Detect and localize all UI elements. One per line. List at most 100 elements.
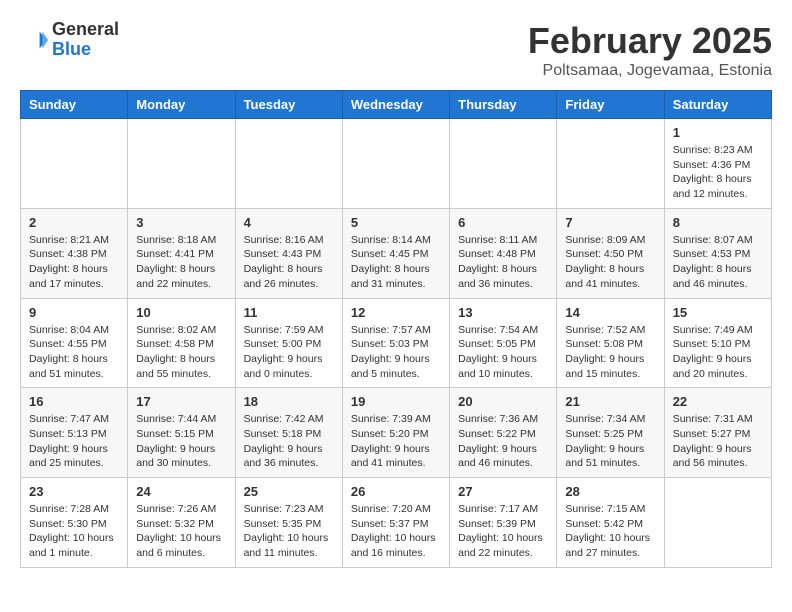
calendar-cell: 16 Sunrise: 7:47 AM Sunset: 5:13 PM Dayli… (21, 388, 128, 478)
calendar-cell (342, 119, 449, 209)
calendar-cell: 9Sunrise: 8:04 AM Sunset: 4:55 PM Daylig… (21, 298, 128, 388)
weekday-header: Wednesday (342, 91, 449, 119)
calendar-cell: 25Sunrise: 7:23 AM Sunset: 5:35 PM Dayli… (235, 478, 342, 568)
day-number: 3 (136, 215, 226, 230)
day-info: Sunrise: 7:59 AM Sunset: 5:00 PM Dayligh… (244, 323, 334, 382)
calendar-cell: 7Sunrise: 8:09 AM Sunset: 4:50 PM Daylig… (557, 208, 664, 298)
month-title: February 2025 (528, 20, 772, 62)
calendar-cell: 11 Sunrise: 7:59 AM Sunset: 5:00 PM Dayli… (235, 298, 342, 388)
day-info: Sunrise: 7:44 AM Sunset: 5:15 PM Dayligh… (136, 412, 226, 471)
calendar-cell (557, 119, 664, 209)
calendar-cell: 3Sunrise: 8:18 AM Sunset: 4:41 PM Daylig… (128, 208, 235, 298)
calendar-week-row: 2 Sunrise: 8:21 AM Sunset: 4:38 PM Daylig… (21, 208, 772, 298)
calendar-week-row: 1 Sunrise: 8:23 AM Sunset: 4:36 PM Daylig… (21, 119, 772, 209)
calendar-cell: 4 Sunrise: 8:16 AM Sunset: 4:43 PM Daylig… (235, 208, 342, 298)
day-number: 5 (351, 215, 441, 230)
day-info: Sunrise: 8:14 AM Sunset: 4:45 PM Dayligh… (351, 233, 441, 292)
day-info: Sunrise: 7:20 AM Sunset: 5:37 PM Dayligh… (351, 502, 441, 561)
day-number: 26 (351, 484, 441, 499)
calendar-cell: 23 Sunrise: 7:28 AM Sunset: 5:30 PM Dayli… (21, 478, 128, 568)
calendar-cell: 26 Sunrise: 7:20 AM Sunset: 5:37 PM Dayli… (342, 478, 449, 568)
calendar-cell: 10 Sunrise: 8:02 AM Sunset: 4:58 PM Dayli… (128, 298, 235, 388)
calendar-cell (450, 119, 557, 209)
calendar-cell (235, 119, 342, 209)
day-info: Sunrise: 7:57 AM Sunset: 5:03 PM Dayligh… (351, 323, 441, 382)
calendar-cell: 6 Sunrise: 8:11 AM Sunset: 4:48 PM Daylig… (450, 208, 557, 298)
calendar-cell (128, 119, 235, 209)
day-number: 12 (351, 305, 441, 320)
location-subtitle: Poltsamaa, Jogevamaa, Estonia (528, 62, 772, 80)
day-number: 27 (458, 484, 548, 499)
calendar-cell: 22 Sunrise: 7:31 AM Sunset: 5:27 PM Dayli… (664, 388, 771, 478)
day-info: Sunrise: 7:31 AM Sunset: 5:27 PM Dayligh… (673, 412, 763, 471)
calendar-cell: 12 Sunrise: 7:57 AM Sunset: 5:03 PM Dayli… (342, 298, 449, 388)
day-info: Sunrise: 7:54 AM Sunset: 5:05 PM Dayligh… (458, 323, 548, 382)
day-number: 18 (244, 394, 334, 409)
day-number: 20 (458, 394, 548, 409)
calendar-cell: 5 Sunrise: 8:14 AM Sunset: 4:45 PM Daylig… (342, 208, 449, 298)
calendar-cell: 1 Sunrise: 8:23 AM Sunset: 4:36 PM Daylig… (664, 119, 771, 209)
day-info: Sunrise: 7:36 AM Sunset: 5:22 PM Dayligh… (458, 412, 548, 471)
calendar-week-row: 16 Sunrise: 7:47 AM Sunset: 5:13 PM Dayli… (21, 388, 772, 478)
day-info: Sunrise: 7:28 AM Sunset: 5:30 PM Dayligh… (29, 502, 119, 561)
day-info: Sunrise: 7:47 AM Sunset: 5:13 PM Dayligh… (29, 412, 119, 471)
weekday-header: Sunday (21, 91, 128, 119)
calendar-cell: 27 Sunrise: 7:17 AM Sunset: 5:39 PM Dayli… (450, 478, 557, 568)
calendar-table: SundayMondayTuesdayWednesdayThursdayFrid… (20, 90, 772, 568)
day-number: 1 (673, 125, 763, 140)
calendar-cell: 21Sunrise: 7:34 AM Sunset: 5:25 PM Dayli… (557, 388, 664, 478)
calendar-cell: 19 Sunrise: 7:39 AM Sunset: 5:20 PM Dayli… (342, 388, 449, 478)
calendar-cell: 28 Sunrise: 7:15 AM Sunset: 5:42 PM Dayli… (557, 478, 664, 568)
day-number: 10 (136, 305, 226, 320)
day-info: Sunrise: 7:15 AM Sunset: 5:42 PM Dayligh… (565, 502, 655, 561)
logo-blue: Blue (52, 40, 119, 60)
weekday-header: Friday (557, 91, 664, 119)
day-number: 14 (565, 305, 655, 320)
calendar-cell (21, 119, 128, 209)
calendar-cell: 20 Sunrise: 7:36 AM Sunset: 5:22 PM Dayli… (450, 388, 557, 478)
day-number: 21 (565, 394, 655, 409)
day-info: Sunrise: 7:17 AM Sunset: 5:39 PM Dayligh… (458, 502, 548, 561)
logo-general: General (52, 20, 119, 40)
day-number: 13 (458, 305, 548, 320)
day-number: 28 (565, 484, 655, 499)
day-info: Sunrise: 8:07 AM Sunset: 4:53 PM Dayligh… (673, 233, 763, 292)
title-section: February 2025 Poltsamaa, Jogevamaa, Esto… (528, 20, 772, 80)
day-info: Sunrise: 7:23 AM Sunset: 5:35 PM Dayligh… (244, 502, 334, 561)
page-header: General Blue February 2025 Poltsamaa, Jo… (20, 20, 772, 80)
day-info: Sunrise: 7:52 AM Sunset: 5:08 PM Dayligh… (565, 323, 655, 382)
calendar-cell: 15Sunrise: 7:49 AM Sunset: 5:10 PM Dayli… (664, 298, 771, 388)
day-info: Sunrise: 8:11 AM Sunset: 4:48 PM Dayligh… (458, 233, 548, 292)
day-number: 24 (136, 484, 226, 499)
day-number: 22 (673, 394, 763, 409)
calendar-cell: 8 Sunrise: 8:07 AM Sunset: 4:53 PM Daylig… (664, 208, 771, 298)
day-info: Sunrise: 8:23 AM Sunset: 4:36 PM Dayligh… (673, 143, 763, 202)
logo-icon (20, 26, 48, 54)
day-number: 23 (29, 484, 119, 499)
weekday-header: Tuesday (235, 91, 342, 119)
day-number: 6 (458, 215, 548, 230)
day-info: Sunrise: 8:21 AM Sunset: 4:38 PM Dayligh… (29, 233, 119, 292)
day-info: Sunrise: 7:39 AM Sunset: 5:20 PM Dayligh… (351, 412, 441, 471)
day-info: Sunrise: 8:02 AM Sunset: 4:58 PM Dayligh… (136, 323, 226, 382)
calendar-cell: 18 Sunrise: 7:42 AM Sunset: 5:18 PM Dayli… (235, 388, 342, 478)
day-info: Sunrise: 7:26 AM Sunset: 5:32 PM Dayligh… (136, 502, 226, 561)
calendar-cell: 17 Sunrise: 7:44 AM Sunset: 5:15 PM Dayli… (128, 388, 235, 478)
day-info: Sunrise: 7:42 AM Sunset: 5:18 PM Dayligh… (244, 412, 334, 471)
calendar-week-row: 23 Sunrise: 7:28 AM Sunset: 5:30 PM Dayli… (21, 478, 772, 568)
calendar-week-row: 9Sunrise: 8:04 AM Sunset: 4:55 PM Daylig… (21, 298, 772, 388)
day-info: Sunrise: 8:16 AM Sunset: 4:43 PM Dayligh… (244, 233, 334, 292)
day-info: Sunrise: 8:09 AM Sunset: 4:50 PM Dayligh… (565, 233, 655, 292)
day-info: Sunrise: 7:49 AM Sunset: 5:10 PM Dayligh… (673, 323, 763, 382)
day-number: 8 (673, 215, 763, 230)
day-number: 4 (244, 215, 334, 230)
day-number: 11 (244, 305, 334, 320)
calendar-header-row: SundayMondayTuesdayWednesdayThursdayFrid… (21, 91, 772, 119)
day-number: 17 (136, 394, 226, 409)
day-number: 19 (351, 394, 441, 409)
day-number: 16 (29, 394, 119, 409)
day-number: 2 (29, 215, 119, 230)
calendar-cell: 24 Sunrise: 7:26 AM Sunset: 5:32 PM Dayli… (128, 478, 235, 568)
weekday-header: Thursday (450, 91, 557, 119)
logo: General Blue (20, 20, 119, 60)
